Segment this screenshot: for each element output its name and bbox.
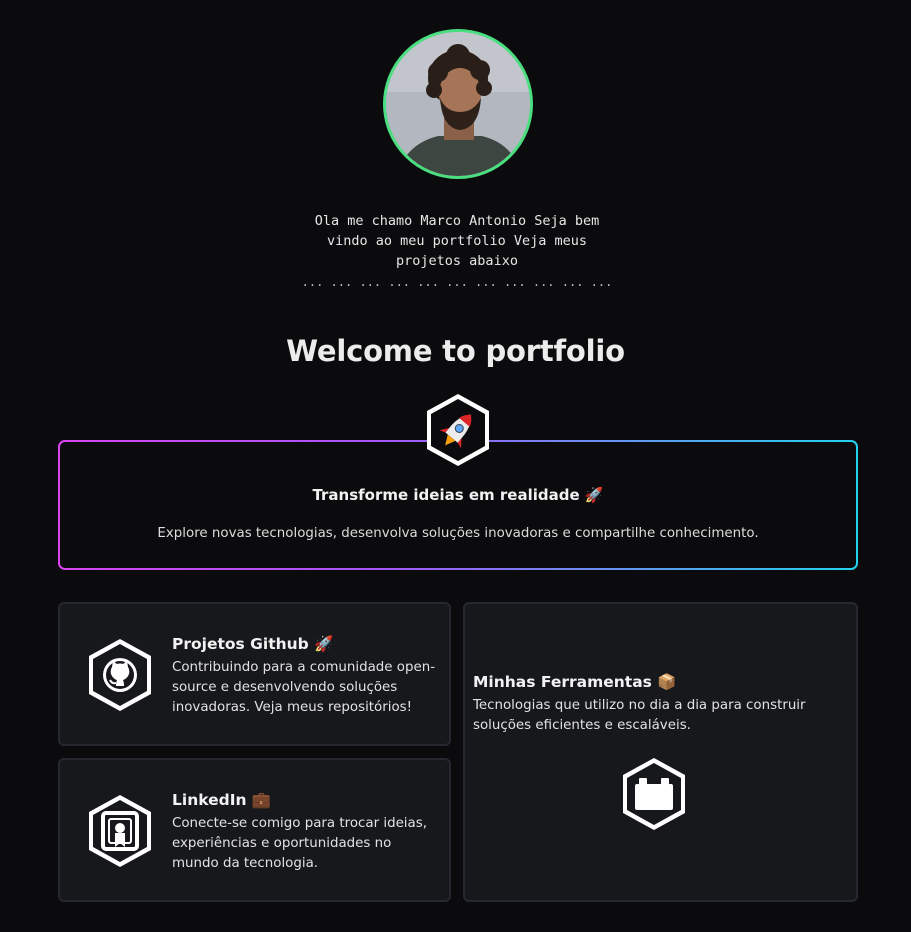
github-icon — [89, 639, 151, 711]
github-desc-line: Contribuindo para a comunidade open- — [172, 660, 436, 675]
github-projects-card[interactable]: Projetos Github 🚀 Contribuindo para a co… — [58, 602, 451, 746]
hero-title: Transforme ideias em realidade 🚀 — [312, 486, 604, 504]
profile-photo — [386, 32, 530, 176]
linkedin-card-description: Conecte-se comigo para trocar ideias, ex… — [172, 814, 442, 874]
linkedin-badge-icon — [89, 795, 151, 867]
hero-description: Explore novas tecnologias, desenvolva so… — [157, 526, 759, 541]
linkedin-desc-line: mundo da tecnologia. — [172, 856, 319, 871]
linkedin-card[interactable]: LinkedIn 💼 Conecte-se comigo para trocar… — [58, 758, 451, 902]
avatar — [383, 29, 533, 179]
github-desc-line: inovadoras. Veja meus repositórios! — [172, 700, 413, 715]
tools-card[interactable]: Minhas Ferramentas 📦 Tecnologias que uti… — [463, 602, 858, 902]
rocket-icon — [427, 394, 489, 466]
toolbox-icon — [623, 758, 685, 830]
tools-desc-line: Tecnologias que utilizo no dia a dia par… — [473, 698, 806, 713]
intro-text: Ola me chamo Marco Antonio Seja bem vind… — [300, 211, 614, 271]
linkedin-desc-line: experiências e oportunidades no — [172, 836, 392, 851]
github-desc-line: source e desenvolvendo soluções — [172, 680, 398, 695]
typing-dots: ... ... ... ... ... ... ... ... ... ... … — [301, 275, 613, 289]
linkedin-desc-line: Conecte-se comigo para trocar ideias, — [172, 816, 427, 831]
github-card-title: Projetos Github 🚀 — [172, 635, 334, 653]
tools-card-title: Minhas Ferramentas 📦 — [473, 673, 677, 691]
intro-line: Ola me chamo Marco Antonio Seja bem — [314, 213, 600, 229]
github-card-description: Contribuindo para a comunidade open- sou… — [172, 658, 442, 718]
linkedin-card-title: LinkedIn 💼 — [172, 791, 272, 809]
page-title: Welcome to portfolio — [286, 334, 625, 368]
tools-card-description: Tecnologias que utilizo no dia a dia par… — [473, 696, 843, 736]
intro-line: vindo ao meu portfolio Veja meus — [326, 233, 588, 249]
tools-desc-line: soluções eficientes e escaláveis. — [473, 718, 691, 733]
portfolio-page: Ola me chamo Marco Antonio Seja bem vind… — [0, 0, 911, 932]
intro-line: projetos abaixo — [396, 253, 518, 269]
